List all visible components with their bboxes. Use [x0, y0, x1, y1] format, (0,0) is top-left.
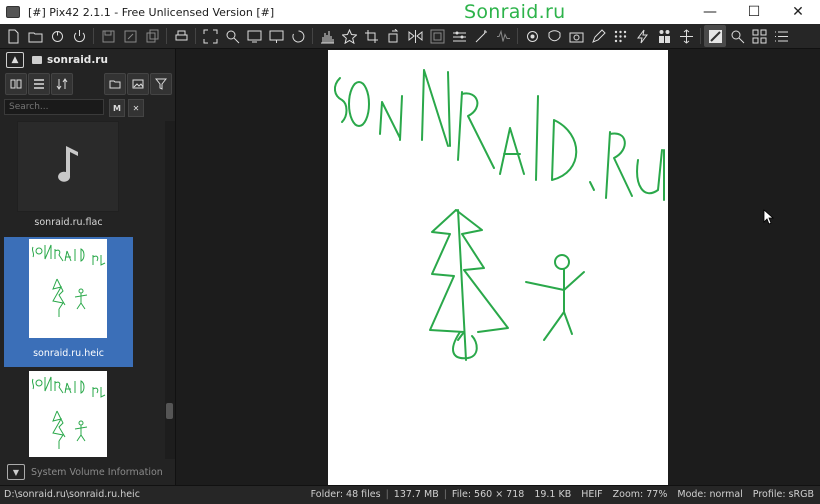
watermark-text: Sonraid.ru [464, 1, 566, 23]
fit-screen-icon[interactable] [199, 25, 221, 47]
thumbnails-icon[interactable] [748, 25, 770, 47]
photo-fix-icon[interactable] [565, 25, 587, 47]
toolbar-separator [93, 28, 94, 44]
folder-down-icon: ▼ [7, 464, 25, 480]
status-zoom: Zoom: 77% [612, 489, 668, 500]
toolbar-separator [700, 28, 701, 44]
mask-icon[interactable] [543, 25, 565, 47]
thumbnail-item[interactable]: sonraid.ru.flac [4, 121, 133, 233]
status-file-path: D:\sonraid.ru\sonraid.ru.heic [4, 489, 140, 500]
waveform-icon[interactable] [492, 25, 514, 47]
lightning-icon[interactable] [631, 25, 653, 47]
file-browser-sidebar: ▲ sonraid.ru M ✕ [0, 49, 176, 485]
status-file-dims: File: 560 × 718 [451, 489, 525, 500]
open-folder-icon[interactable] [24, 25, 46, 47]
crop-icon[interactable] [360, 25, 382, 47]
wand-icon[interactable] [470, 25, 492, 47]
minimize-button[interactable]: — [688, 0, 732, 24]
status-format: HEIF [581, 489, 603, 500]
folder-icon [32, 56, 42, 64]
save-icon[interactable] [97, 25, 119, 47]
flip-icon[interactable] [404, 25, 426, 47]
path-row: ▲ sonraid.ru [0, 49, 175, 71]
sort-icon[interactable] [51, 73, 73, 95]
toolbar-separator [517, 28, 518, 44]
toolbar-separator [195, 28, 196, 44]
mouse-cursor-icon [763, 209, 775, 225]
status-bar: D:\sonraid.ru\sonraid.ru.heic Folder: 48… [0, 485, 820, 504]
search-clear-button[interactable]: ✕ [128, 99, 144, 117]
people-icon[interactable] [653, 25, 675, 47]
histogram-icon[interactable] [316, 25, 338, 47]
drawing-canvas [334, 69, 665, 361]
thumbnail-scrollbar[interactable] [165, 121, 175, 459]
sidebar-layout-icon[interactable] [5, 73, 27, 95]
image-thumbnail [29, 239, 107, 338]
search-row: M ✕ [4, 99, 174, 117]
status-mode: Mode: normal [677, 489, 743, 500]
grid-dots-icon[interactable] [609, 25, 631, 47]
pencil-icon[interactable] [587, 25, 609, 47]
thumbnail-item[interactable] [4, 371, 133, 459]
status-folder-size: 137.7 MB [393, 489, 439, 500]
thumbnail-item-selected[interactable]: sonraid.ru.heic [4, 237, 133, 367]
new-folder-icon[interactable] [104, 73, 126, 95]
image-folder-icon[interactable] [127, 73, 149, 95]
close-button[interactable]: ✕ [776, 0, 820, 24]
audio-thumbnail [17, 121, 119, 212]
filter-icon[interactable] [150, 73, 172, 95]
print-icon[interactable] [170, 25, 192, 47]
search-input[interactable] [4, 99, 104, 115]
toolbar-separator [166, 28, 167, 44]
toolbar-separator [312, 28, 313, 44]
thumbnail-list: sonraid.ru.flac sonraid.ru.heic [0, 121, 165, 459]
main-toolbar [0, 24, 820, 49]
folder-item-system-volume[interactable]: ▼ System Volume Information [0, 460, 175, 484]
music-note-icon [58, 146, 78, 182]
reload-icon[interactable] [46, 25, 68, 47]
resize-icon[interactable] [426, 25, 448, 47]
star-icon[interactable] [338, 25, 360, 47]
adjust-icon[interactable] [448, 25, 470, 47]
spinner-icon[interactable] [287, 25, 309, 47]
folder-label: System Volume Information [31, 466, 163, 478]
magnifier-icon[interactable] [726, 25, 748, 47]
thumbnail-caption: sonraid.ru.flac [34, 217, 103, 228]
zoom-icon[interactable] [221, 25, 243, 47]
current-folder-label: sonraid.ru [47, 54, 108, 66]
scrollbar-thumb[interactable] [166, 403, 173, 419]
list-view-icon[interactable] [770, 25, 792, 47]
app-icon [6, 6, 20, 18]
status-profile: Profile: sRGB [752, 489, 814, 500]
image-viewer[interactable] [176, 49, 820, 485]
rotate-icon[interactable] [382, 25, 404, 47]
new-file-icon[interactable] [2, 25, 24, 47]
drawing-thumbnail [31, 244, 106, 317]
move-icon[interactable] [675, 25, 697, 47]
list-view-icon[interactable] [28, 73, 50, 95]
save-as-icon[interactable] [119, 25, 141, 47]
copy-icon[interactable] [141, 25, 163, 47]
maximize-button[interactable]: ☐ [732, 0, 776, 24]
effects-icon[interactable] [521, 25, 543, 47]
sidebar-tools [0, 73, 175, 95]
power-icon[interactable] [68, 25, 90, 47]
folder-up-icon[interactable]: ▲ [6, 52, 24, 68]
color-picker-icon[interactable] [704, 25, 726, 47]
screen-icon[interactable] [243, 25, 265, 47]
search-match-button[interactable]: M [109, 99, 125, 117]
image-thumbnail [29, 371, 107, 457]
drawing-thumbnail [31, 376, 106, 449]
thumbnail-caption: sonraid.ru.heic [33, 348, 104, 359]
title-bar: [#] Pix42 2.1.1 - Free Unlicensed Versio… [0, 0, 820, 24]
status-folder: Folder: 48 files [310, 489, 381, 500]
window-title: [#] Pix42 2.1.1 - Free Unlicensed Versio… [28, 5, 275, 19]
displayed-image [328, 50, 668, 485]
monitor-icon[interactable] [265, 25, 287, 47]
status-file-size: 19.1 KB [534, 489, 572, 500]
